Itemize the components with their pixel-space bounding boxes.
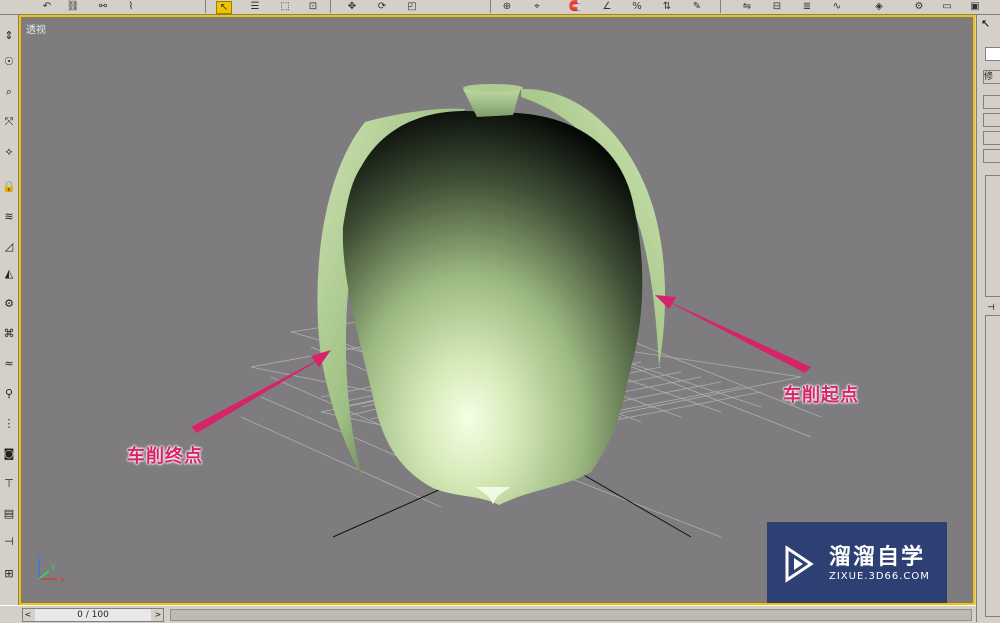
utilities-icon[interactable]: ⊤: [2, 477, 16, 491]
callout-arrow-start: [655, 295, 811, 373]
light-icon[interactable]: ◭: [2, 267, 16, 281]
panel-button-2[interactable]: [983, 113, 1000, 127]
curve-editor-icon[interactable]: ∿: [830, 1, 844, 12]
left-tool-strip: ⇕ ☉ ⌕ ⤧ ⟡ 🔒 ≋ ◿ ◭ ⚙ ⌘ ≈ ⚲ ⋮ ◙ ⊤ ▤ ⊣ ⊞: [0, 15, 19, 605]
toolbar-separator: [205, 0, 206, 13]
render-frame-icon[interactable]: ▭: [940, 1, 954, 12]
watermark-url: ZIXUE.3D66.COM: [829, 571, 930, 582]
material-editor-icon[interactable]: ◈: [872, 1, 886, 12]
tab-modify[interactable]: 修: [983, 70, 1000, 84]
spring-icon[interactable]: ≋: [2, 210, 16, 224]
lock-icon[interactable]: 🔒: [2, 180, 16, 194]
snap-toggle-icon[interactable]: 🧲: [568, 1, 582, 12]
panel-button-1[interactable]: [983, 95, 1000, 109]
zoom-icon[interactable]: ⌕: [2, 85, 16, 99]
toolbar-separator: [720, 0, 721, 13]
spinner-snap-icon[interactable]: ⇅: [660, 1, 674, 12]
rectangular-selection-icon[interactable]: ⬚: [278, 1, 292, 12]
timeline-track[interactable]: [170, 609, 972, 621]
orbit-icon[interactable]: ☉: [2, 55, 16, 69]
axis-tripod: x y z: [36, 550, 65, 584]
axis-y-label: y: [51, 562, 56, 571]
link-icon[interactable]: ⛓: [66, 1, 80, 12]
object-name-field[interactable]: [985, 47, 1000, 61]
toolbar-separator: [490, 0, 491, 13]
helper-icon[interactable]: ⌘: [2, 327, 16, 341]
align-icon[interactable]: ⊟: [770, 1, 784, 12]
bind-space-warp-icon[interactable]: ⌇: [124, 1, 138, 12]
next-frame-icon[interactable]: >: [153, 609, 163, 621]
panel-button-4[interactable]: [983, 149, 1000, 163]
layer-manager-icon[interactable]: ≣: [800, 1, 814, 12]
mirror-icon[interactable]: ⇋: [740, 1, 754, 12]
quick-render-icon[interactable]: ▣: [968, 1, 982, 12]
space-warp-icon[interactable]: ≈: [2, 357, 16, 371]
main-toolbar: ↶ ⛓ ⚯ ⌇ ↖ ☰ ⬚ ⊡ ✥ ⟳ ◰ ⊕ ⌖ 🧲 ∠ % ⇅ ✎ ⇋ ⊟ …: [0, 0, 1000, 15]
select-move-icon[interactable]: ✥: [345, 1, 359, 12]
scene-render: [191, 84, 822, 538]
toolbar-separator: [330, 0, 331, 13]
lathe-body: [342, 111, 643, 506]
callout-arrow-end: [191, 350, 331, 433]
play-logo-icon: [785, 545, 814, 583]
hierarchy-icon[interactable]: ▤: [2, 507, 16, 521]
select-by-name-icon[interactable]: ☰: [248, 1, 262, 12]
motion-icon[interactable]: ⊣: [2, 535, 16, 549]
display-icon[interactable]: ⋮: [2, 417, 16, 431]
axis-x-label: x: [60, 575, 65, 584]
time-slider-bar: < 0 / 100 >: [0, 605, 976, 623]
panel-arrow-icon[interactable]: ↖: [981, 17, 990, 30]
callout-lathe-end: 车削终点: [127, 446, 203, 467]
camera-icon[interactable]: ◙: [2, 447, 16, 461]
render-setup-icon[interactable]: ⚙: [912, 1, 926, 12]
time-slider[interactable]: < 0 / 100 >: [22, 608, 164, 622]
frame-display[interactable]: 0 / 100: [35, 609, 151, 621]
parameters-rollout[interactable]: [985, 315, 1000, 617]
shape-icon[interactable]: ◿: [2, 240, 16, 254]
panel-button-3[interactable]: [983, 131, 1000, 145]
named-selection-icon[interactable]: ✎: [690, 1, 704, 12]
watermark-name: 溜溜自学: [829, 545, 926, 570]
select-scale-icon[interactable]: ◰: [405, 1, 419, 12]
prev-frame-icon[interactable]: <: [23, 609, 33, 621]
undo-icon[interactable]: ↶: [40, 1, 54, 12]
window-crossing-icon[interactable]: ⊡: [306, 1, 320, 12]
field-of-view-icon[interactable]: ⟡: [2, 145, 16, 159]
pin-icon[interactable]: ⊣: [987, 303, 995, 313]
use-pivot-center-icon[interactable]: ⊕: [500, 1, 514, 12]
select-object-icon[interactable]: ↖: [216, 1, 232, 14]
systems-icon[interactable]: ⚲: [2, 387, 16, 401]
select-manipulate-icon[interactable]: ⌖: [530, 1, 544, 12]
axis-z-label: z: [36, 550, 40, 559]
select-rotate-icon[interactable]: ⟳: [375, 1, 389, 12]
unlink-icon[interactable]: ⚯: [96, 1, 110, 12]
percent-snap-icon[interactable]: %: [630, 1, 644, 12]
zoom-extents-icon[interactable]: ⊞: [2, 567, 16, 581]
zoom-all-icon[interactable]: ⤧: [2, 115, 16, 129]
watermark-badge: 溜溜自学 ZIXUE.3D66.COM: [767, 522, 947, 603]
gear-icon[interactable]: ⚙: [2, 297, 16, 311]
perspective-viewport[interactable]: 透视 车削终点 车削起点 x y z 溜溜自学 ZIXUE.3D66.COM: [19, 15, 975, 605]
pan-icon[interactable]: ⇕: [2, 29, 16, 43]
angle-snap-icon[interactable]: ∠: [600, 1, 614, 12]
command-panel: ↖ 修 ⊣: [976, 15, 1000, 622]
top-cap-rim: [463, 84, 523, 92]
callout-lathe-start: 车削起点: [783, 385, 859, 406]
modifier-stack[interactable]: [985, 175, 1000, 297]
